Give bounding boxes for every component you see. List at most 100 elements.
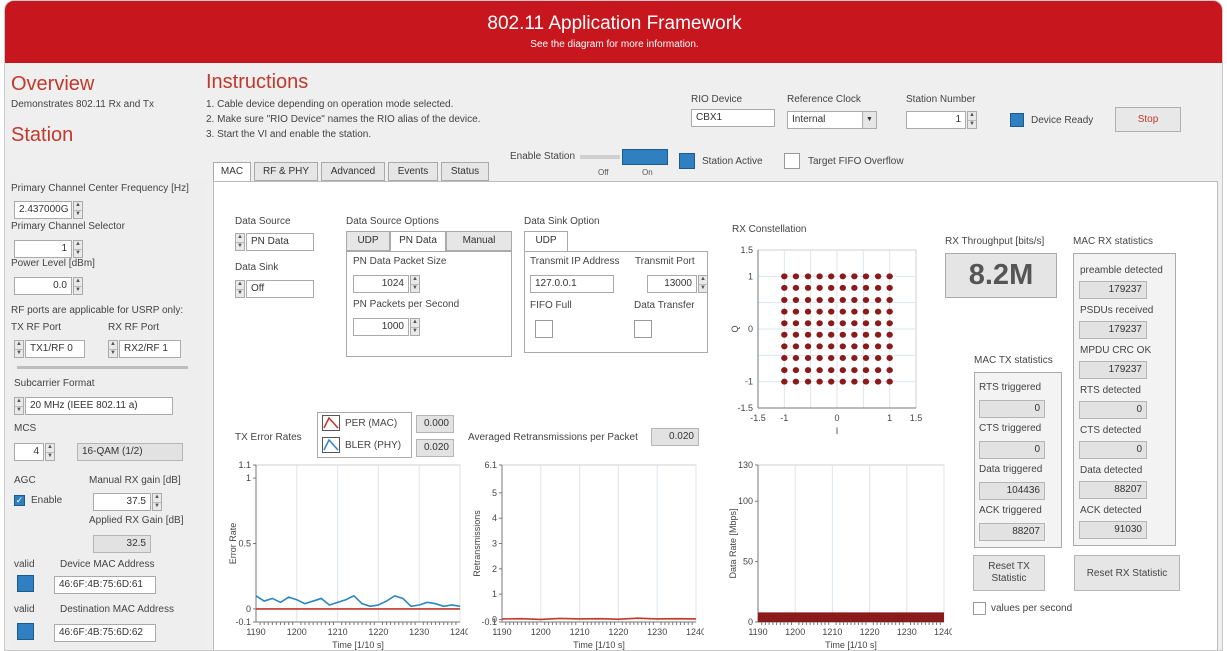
- plot-area: [501, 464, 697, 623]
- y-tick-label: 1.1: [238, 460, 251, 470]
- y-tick-label: 0: [748, 324, 753, 334]
- constellation-point: [828, 308, 835, 315]
- enable-station-toggle[interactable]: [622, 149, 668, 165]
- manual-gain-input[interactable]: 37.5: [93, 493, 151, 511]
- y-tick-label: -0.1: [235, 617, 251, 627]
- tx-stat-label: ACK triggered: [979, 505, 1042, 516]
- tab-rf-phy[interactable]: RF & PHY: [254, 162, 318, 181]
- x-axis-label: Time [1/10 s]: [825, 640, 877, 650]
- power-level-input[interactable]: 0.0: [14, 277, 72, 295]
- mcs-spinner[interactable]: ▲ ▼: [45, 443, 55, 461]
- rx-port-spinner[interactable]: ▲ ▼: [108, 340, 118, 358]
- station-number-input[interactable]: 1: [906, 111, 966, 129]
- reset-rx-statistic-button[interactable]: Reset RX Statistic: [1074, 555, 1180, 591]
- power-level-label: Power Level [dBm]: [11, 258, 95, 269]
- retransmissions-chart: 1190120012101220123012406.1543210-0.1Tim…: [472, 460, 704, 650]
- tab-advanced[interactable]: Advanced: [321, 162, 385, 181]
- y-tick-label: -1.5: [737, 403, 753, 413]
- constellation-point: [851, 378, 858, 385]
- toggle-on-label: On: [642, 168, 653, 177]
- constellation-point: [804, 297, 812, 304]
- y-tick-label: 100: [738, 496, 753, 506]
- tab-mac[interactable]: MAC: [213, 162, 251, 182]
- chevron-down-icon[interactable]: ▼: [862, 112, 876, 128]
- rx-rf-port-input[interactable]: RX2/RF 1: [119, 340, 181, 358]
- tx-port-spinner[interactable]: ▲ ▼: [14, 340, 24, 358]
- constellation-point: [781, 320, 788, 327]
- x-tick-label: 1220: [608, 627, 628, 637]
- dest-mac-valid-led: [17, 623, 34, 640]
- pn-packet-size-input[interactable]: 1024: [353, 275, 409, 293]
- enable-station-label: Enable Station: [510, 151, 576, 162]
- freq-input[interactable]: 2.437000G: [14, 201, 72, 219]
- data-source-options-label: Data Source Options: [346, 216, 439, 227]
- constellation-point: [862, 343, 870, 350]
- tx-port-input[interactable]: 13000: [647, 275, 697, 293]
- constellation-point: [886, 273, 893, 280]
- tab-status[interactable]: Status: [441, 162, 489, 181]
- plot-area: [757, 464, 945, 623]
- constellation-point: [862, 331, 870, 338]
- sink-tab-udp[interactable]: UDP: [524, 231, 568, 251]
- tx-ip-input[interactable]: 127.0.0.1: [530, 275, 614, 293]
- y-tick-label: 1: [492, 589, 497, 599]
- constellation-point: [874, 320, 882, 327]
- power-spinner[interactable]: ▲ ▼: [73, 277, 83, 295]
- subcarrier-input[interactable]: 20 MHz (IEEE 802.11 a): [25, 397, 173, 415]
- constellation-point: [862, 320, 870, 327]
- tab-events[interactable]: Events: [388, 162, 438, 181]
- constellation-point: [828, 331, 835, 338]
- data-source-spinner[interactable]: ▲ ▼: [235, 233, 245, 251]
- constellation-point: [886, 297, 893, 304]
- constellation-point: [816, 320, 823, 327]
- data-source-input[interactable]: PN Data: [246, 233, 314, 251]
- mcs-input[interactable]: 4: [14, 443, 44, 461]
- constellation-point: [816, 343, 823, 350]
- constellation-point: [792, 297, 800, 304]
- device-mac-input[interactable]: 46:6F:4B:75:6D:61: [54, 576, 156, 594]
- constellation-point: [874, 367, 882, 374]
- device-mac-label: Device MAC Address: [60, 559, 155, 570]
- reference-clock-select[interactable]: Internal ▼: [787, 111, 877, 129]
- rx-stat-label: RTS detected: [1080, 385, 1141, 396]
- freq-spinner[interactable]: ▲ ▼: [73, 201, 83, 219]
- subcarrier-spinner[interactable]: ▲ ▼: [14, 397, 24, 415]
- channel-selector-input[interactable]: 1: [14, 240, 72, 258]
- x-axis-label: I: [836, 426, 839, 436]
- x-tick-label: 1240: [450, 627, 468, 637]
- constellation-point: [839, 331, 846, 338]
- reset-tx-statistic-button[interactable]: Reset TX Statistic: [973, 555, 1045, 591]
- data-sink-input[interactable]: Off: [246, 280, 314, 298]
- stop-button[interactable]: Stop: [1115, 107, 1181, 132]
- tx-port-spinner[interactable]: ▲ ▼: [698, 275, 708, 293]
- data-source-label: Data Source: [235, 216, 291, 227]
- constellation-point: [816, 284, 823, 291]
- y-tick-label: 0: [246, 604, 251, 614]
- constellation-point: [862, 367, 870, 374]
- pn-packet-size-spinner[interactable]: ▲ ▼: [410, 275, 420, 293]
- tx-rf-port-input[interactable]: TX1/RF 0: [25, 340, 85, 358]
- avg-retx-value: 0.020: [651, 428, 699, 446]
- dso-tab-pn-data[interactable]: PN Data: [390, 231, 446, 251]
- values-per-second-checkbox[interactable]: [973, 602, 986, 615]
- rio-device-input[interactable]: CBX1: [691, 109, 775, 127]
- pn-pps-spinner[interactable]: ▲ ▼: [410, 318, 420, 336]
- dso-tab-udp[interactable]: UDP: [346, 231, 390, 251]
- x-tick-label: 0: [834, 413, 839, 423]
- station-active-led: [679, 153, 695, 169]
- manual-gain-spinner[interactable]: ▲ ▼: [152, 493, 162, 511]
- channel-spinner[interactable]: ▲ ▼: [73, 240, 83, 258]
- dest-mac-input[interactable]: 46:6F:4B:75:6D:62: [54, 624, 156, 642]
- tx-error-rates-chart: 1190 1200 1210 1220 1230 1240 1.1 1 0.5 0 -0.1 Time…: [228, 460, 468, 650]
- agc-checkbox[interactable]: ✓: [14, 495, 25, 506]
- constellation-point: [851, 284, 858, 291]
- x-tick-label: -1.5: [750, 413, 766, 423]
- x-tick-label: 1200: [785, 627, 805, 637]
- station-number-spinner[interactable]: ▲ ▼: [967, 111, 977, 129]
- dso-tab-manual[interactable]: Manual: [446, 231, 512, 251]
- rx-stat-label: Data detected: [1080, 465, 1143, 476]
- constellation-point: [886, 367, 893, 374]
- data-sink-spinner[interactable]: ▲ ▼: [235, 280, 245, 298]
- rx-stat-label: ACK detected: [1080, 505, 1142, 516]
- pn-pps-input[interactable]: 1000: [353, 318, 409, 336]
